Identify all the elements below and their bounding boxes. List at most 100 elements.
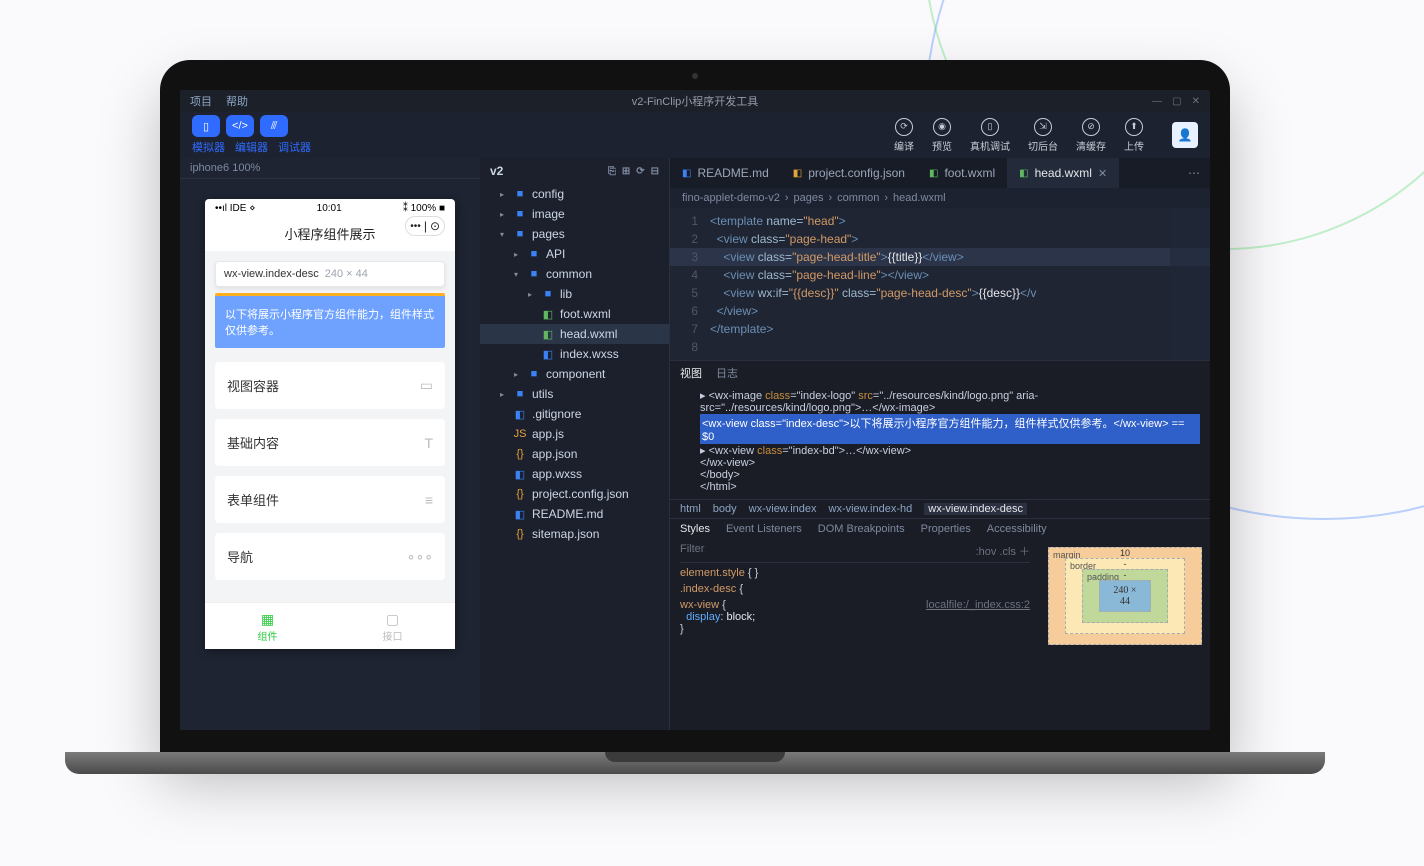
tab-README.md[interactable]: ◧README.md xyxy=(670,158,781,188)
collapse-icon[interactable]: ⊟ xyxy=(651,166,659,177)
laptop-mock: 项目 帮助 v2-FinClip小程序开发工具 — ▢ ✕ ▯ </> ⫻ xyxy=(160,60,1230,774)
file-head.wxml[interactable]: ◧head.wxml xyxy=(480,324,669,344)
user-icon: 👤 xyxy=(1178,128,1193,142)
inspect-tooltip: wx-view.index-desc240 × 44 xyxy=(215,261,445,287)
simulator-label: 模拟器 xyxy=(192,139,225,155)
background-button[interactable]: ⇲切后台 xyxy=(1028,118,1058,153)
devtools: 视图 日志 ▸ <wx-image class="index-logo" src… xyxy=(670,360,1210,730)
file-app.wxss[interactable]: ◧app.wxss xyxy=(480,464,669,484)
tab-api[interactable]: ▢接口 xyxy=(330,603,455,649)
window-title: v2-FinClip小程序开发工具 xyxy=(632,93,759,109)
editor-tabs: ◧README.md◧project.config.json◧foot.wxml… xyxy=(670,158,1210,188)
subtab-Styles[interactable]: Styles xyxy=(680,523,710,535)
file-app.json[interactable]: {}app.json xyxy=(480,444,669,464)
crumb-head.wxml[interactable]: head.wxml xyxy=(893,192,946,204)
upload-button[interactable]: ⬆上传 xyxy=(1124,118,1144,153)
file-config[interactable]: ▸■config xyxy=(480,184,669,204)
debugger-toggle[interactable]: ⫻ xyxy=(260,115,288,137)
highlighted-element[interactable]: 以下将展示小程序官方组件能力，组件样式仅供参考。 xyxy=(215,293,445,348)
crumb2-html[interactable]: html xyxy=(680,503,701,515)
simulator-status: iphone6 100% xyxy=(180,158,480,179)
titlebar: 项目 帮助 v2-FinClip小程序开发工具 — ▢ ✕ xyxy=(180,90,1210,112)
clock: 10:01 xyxy=(317,203,342,214)
new-file-icon[interactable]: ⎘ xyxy=(608,166,616,177)
file-project.config.json[interactable]: {}project.config.json xyxy=(480,484,669,504)
close-tab-icon[interactable]: ✕ xyxy=(1098,167,1107,180)
simulator-toggle[interactable]: ▯ xyxy=(192,115,220,137)
subtab-DOM Breakpoints[interactable]: DOM Breakpoints xyxy=(818,523,905,535)
tab-head.wxml[interactable]: ◧head.wxml✕ xyxy=(1007,158,1119,188)
card-form[interactable]: 表单组件≡ xyxy=(215,476,445,523)
tab-component[interactable]: ▦组件 xyxy=(205,603,330,649)
text-icon: T xyxy=(424,435,433,451)
project-root[interactable]: v2 xyxy=(490,164,503,178)
file-pages[interactable]: ▾■pages xyxy=(480,224,669,244)
debugger-label: 调试器 xyxy=(278,139,311,155)
card-view-container[interactable]: 视图容器▭ xyxy=(215,362,445,409)
avatar[interactable]: 👤 xyxy=(1172,122,1198,148)
page-title: 小程序组件展示 xyxy=(284,218,375,251)
file-image[interactable]: ▸■image xyxy=(480,204,669,224)
breadcrumb: fino-applet-demo-v2›pages›common›head.wx… xyxy=(670,188,1210,208)
close-icon[interactable]: ✕ xyxy=(1192,96,1200,107)
subtab-Event Listeners[interactable]: Event Listeners xyxy=(726,523,802,535)
api-icon: ▢ xyxy=(330,611,455,628)
menu-project[interactable]: 项目 xyxy=(190,93,212,109)
minimize-icon[interactable]: — xyxy=(1152,96,1162,107)
tabs-more[interactable]: ⋯ xyxy=(1178,166,1210,180)
grid-icon: ▦ xyxy=(205,611,330,628)
menu-help[interactable]: 帮助 xyxy=(226,93,248,109)
styles-panel[interactable]: Filter :hov .cls ＋ element.style { }.ind… xyxy=(670,539,1040,653)
file-lib[interactable]: ▸■lib xyxy=(480,284,669,304)
crumb-fino-applet-demo-v2[interactable]: fino-applet-demo-v2 xyxy=(682,192,780,204)
file-explorer: v2 ⎘ ⊞ ⟳ ⊟ ▸■config▸■image▾■pages▸■API▾■… xyxy=(480,158,670,730)
editor-toggle[interactable]: </> xyxy=(226,115,254,137)
ide-window: 项目 帮助 v2-FinClip小程序开发工具 — ▢ ✕ ▯ </> ⫻ xyxy=(180,90,1210,730)
file-foot.wxml[interactable]: ◧foot.wxml xyxy=(480,304,669,324)
subtab-Properties[interactable]: Properties xyxy=(921,523,971,535)
capsule-button[interactable]: •••|⊙ xyxy=(405,216,445,236)
devtab-log[interactable]: 日志 xyxy=(716,365,738,381)
card-navigation[interactable]: 导航∘∘∘ xyxy=(215,533,445,580)
tab-foot.wxml[interactable]: ◧foot.wxml xyxy=(917,158,1007,188)
refresh-icon[interactable]: ⟳ xyxy=(636,166,644,177)
card-basic-content[interactable]: 基础内容T xyxy=(215,419,445,466)
filter-input[interactable]: Filter xyxy=(680,543,704,559)
file-index.wxss[interactable]: ◧index.wxss xyxy=(480,344,669,364)
new-folder-icon[interactable]: ⊞ xyxy=(622,166,630,177)
rect-icon: ▭ xyxy=(420,377,433,394)
crumb2-wx-view.index[interactable]: wx-view.index xyxy=(749,503,817,515)
filter-controls[interactable]: :hov .cls ＋ xyxy=(976,543,1030,559)
file-utils[interactable]: ▸■utils xyxy=(480,384,669,404)
simulator-panel: iphone6 100% ••ıl IDE ⋄ 10:01 ⁑ 100% ■ 小… xyxy=(180,158,480,730)
file-common[interactable]: ▾■common xyxy=(480,264,669,284)
battery-icon: ⁑ 100% ■ xyxy=(403,203,445,214)
dots-icon: ∘∘∘ xyxy=(407,548,433,565)
tab-project.config.json[interactable]: ◧project.config.json xyxy=(781,158,917,188)
file-sitemap.json[interactable]: {}sitemap.json xyxy=(480,524,669,544)
clear-cache-button[interactable]: ⊘清缓存 xyxy=(1076,118,1106,153)
crumb2-wx-view.index-hd[interactable]: wx-view.index-hd xyxy=(829,503,913,515)
crumb2-body[interactable]: body xyxy=(713,503,737,515)
file-.gitignore[interactable]: ◧.gitignore xyxy=(480,404,669,424)
devtab-view[interactable]: 视图 xyxy=(680,365,702,381)
file-API[interactable]: ▸■API xyxy=(480,244,669,264)
file-component[interactable]: ▸■component xyxy=(480,364,669,384)
file-README.md[interactable]: ◧README.md xyxy=(480,504,669,524)
maximize-icon[interactable]: ▢ xyxy=(1172,96,1181,107)
code-editor[interactable]: 1<template name="head">2 <view class="pa… xyxy=(670,208,1210,360)
file-app.js[interactable]: JSapp.js xyxy=(480,424,669,444)
editor-panel: ◧README.md◧project.config.json◧foot.wxml… xyxy=(670,158,1210,730)
subtab-Accessibility[interactable]: Accessibility xyxy=(987,523,1047,535)
crumb-pages[interactable]: pages xyxy=(794,192,824,204)
compile-button[interactable]: ⟳编译 xyxy=(894,118,914,153)
phone-frame: ••ıl IDE ⋄ 10:01 ⁑ 100% ■ 小程序组件展示 •••|⊙ … xyxy=(205,199,455,649)
crumb-common[interactable]: common xyxy=(837,192,879,204)
list-icon: ≡ xyxy=(425,492,433,508)
crumb2-wx-view.index-desc[interactable]: wx-view.index-desc xyxy=(924,503,1027,515)
dom-tree[interactable]: ▸ <wx-image class="index-logo" src="../r… xyxy=(670,385,1210,499)
remote-debug-button[interactable]: ▯真机调试 xyxy=(970,118,1010,153)
minimap[interactable] xyxy=(1170,208,1210,360)
preview-button[interactable]: ◉预览 xyxy=(932,118,952,153)
toolbar-right: ⟳编译 ◉预览 ▯真机调试 ⇲切后台 ⊘清缓存 ⬆上传 👤 xyxy=(894,118,1198,153)
